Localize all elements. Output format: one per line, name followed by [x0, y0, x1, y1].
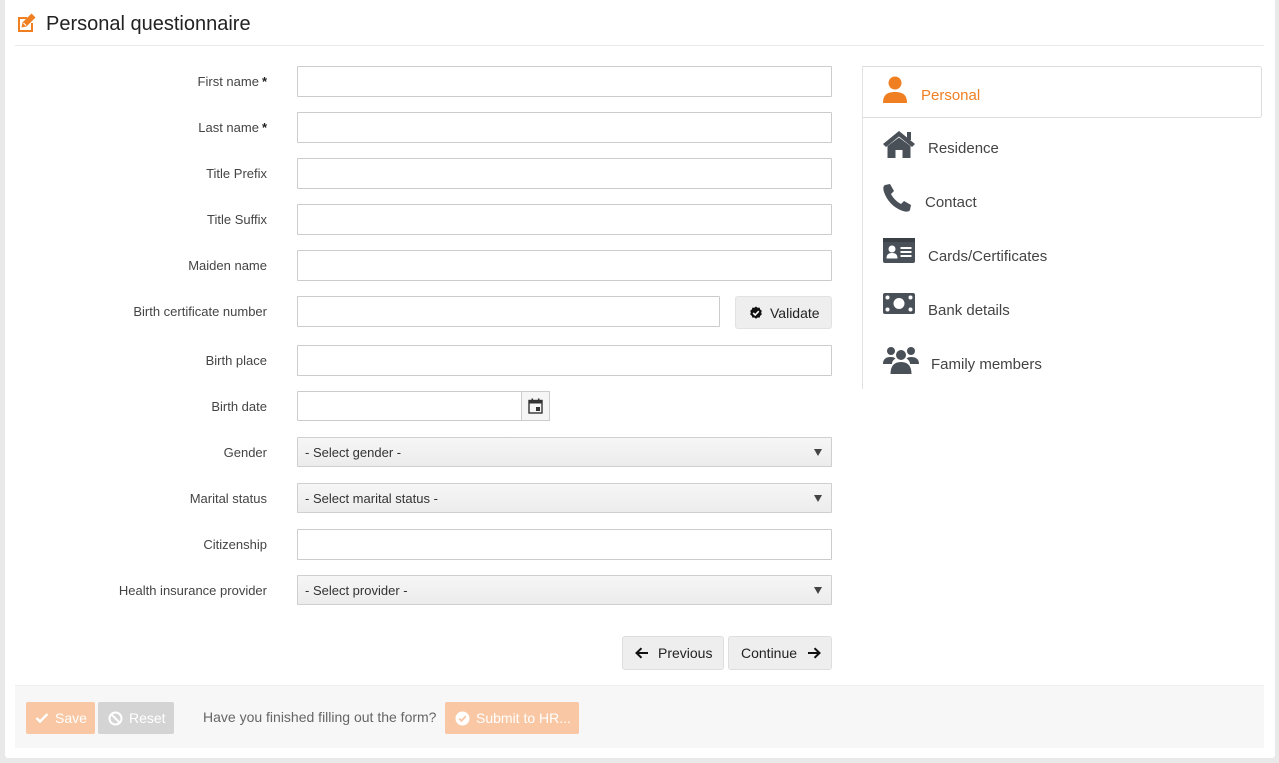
marital-status-label: Marital status	[189, 491, 267, 506]
continue-button[interactable]: Continue	[728, 636, 832, 670]
form-footer: Save Reset Have you finished filling out…	[15, 685, 1264, 748]
page-header: Personal questionnaire	[15, 0, 1264, 46]
sidebar-item-family[interactable]: Family members	[863, 336, 1262, 388]
ban-icon	[108, 711, 123, 726]
arrow-right-icon	[808, 647, 821, 659]
gender-selected-value: - Select gender -	[305, 445, 402, 460]
calendar-button[interactable]	[521, 391, 550, 421]
health-insurance-label: Health insurance provider	[118, 583, 267, 598]
previous-label: Previous	[658, 645, 713, 661]
marital-status-select[interactable]: - Select marital status -	[297, 483, 832, 513]
sidebar-item-personal-label: Personal	[921, 87, 981, 104]
maiden-name-label: Maiden name	[188, 258, 267, 273]
title-prefix-label: Title Prefix	[206, 166, 267, 181]
last-name-input[interactable]	[297, 112, 832, 143]
sidebar-item-cards[interactable]: Cards/Certificates	[863, 228, 1262, 280]
id-card-icon	[883, 238, 915, 263]
sidebar-item-family-label: Family members	[931, 356, 1042, 373]
questionnaire-panel: Personal questionnaire First name * Last …	[5, 0, 1275, 758]
home-icon	[883, 131, 915, 158]
previous-button[interactable]: Previous	[622, 636, 724, 670]
caret-down-icon	[814, 587, 822, 594]
sidebar-item-personal[interactable]: Personal	[863, 66, 1262, 118]
validate-button[interactable]: Validate	[735, 296, 832, 329]
sidebar-item-contact-label: Contact	[925, 194, 977, 211]
save-label: Save	[55, 710, 87, 726]
user-icon	[883, 76, 907, 103]
users-icon	[883, 347, 919, 374]
birth-date-label: Birth date	[211, 399, 267, 414]
title-suffix-label: Title Suffix	[207, 212, 267, 227]
save-button[interactable]: Save	[26, 702, 95, 734]
calendar-icon	[528, 398, 543, 414]
maiden-name-input[interactable]	[297, 250, 832, 281]
birth-place-input[interactable]	[297, 345, 832, 376]
birth-date-input[interactable]	[297, 391, 522, 421]
first-name-input[interactable]	[297, 66, 832, 97]
reset-button[interactable]: Reset	[98, 702, 174, 734]
gender-label: Gender	[223, 445, 267, 460]
money-icon	[883, 293, 915, 314]
sidebar-item-residence-label: Residence	[928, 140, 999, 157]
title-prefix-input[interactable]	[297, 158, 832, 189]
birth-certificate-input[interactable]	[297, 296, 720, 327]
continue-label: Continue	[741, 645, 798, 661]
check-circle-icon	[750, 306, 762, 319]
caret-down-icon	[814, 495, 822, 502]
sidebar-item-bank-label: Bank details	[928, 302, 1010, 319]
citizenship-label: Citizenship	[203, 537, 267, 552]
marital-status-selected-value: - Select marital status -	[305, 491, 438, 506]
validate-label: Validate	[770, 305, 820, 321]
sidebar-item-residence[interactable]: Residence	[863, 120, 1262, 172]
sidebar-item-bank[interactable]: Bank details	[863, 282, 1262, 334]
submit-question-text: Have you finished filling out the form?	[203, 709, 437, 725]
check-icon	[35, 713, 49, 724]
birth-certificate-label: Birth certificate number	[133, 304, 267, 319]
citizenship-input[interactable]	[297, 529, 832, 560]
birth-place-label: Birth place	[205, 353, 267, 368]
sidebar-item-cards-label: Cards/Certificates	[928, 248, 1048, 265]
submit-to-hr-button[interactable]: Submit to HR...	[445, 702, 579, 734]
page-title: Personal questionnaire	[46, 13, 251, 35]
health-insurance-select[interactable]: - Select provider -	[297, 575, 832, 605]
caret-down-icon	[814, 449, 822, 456]
phone-icon	[883, 184, 911, 212]
arrow-left-icon	[635, 647, 648, 659]
title-suffix-input[interactable]	[297, 204, 832, 235]
edit-icon	[18, 13, 36, 32]
sidebar-item-contact[interactable]: Contact	[863, 174, 1262, 226]
check-circle-icon	[455, 711, 470, 726]
gender-select[interactable]: - Select gender -	[297, 437, 832, 467]
section-nav: Personal Residence Contact Cards/Certifi…	[862, 66, 1262, 389]
submit-to-hr-label: Submit to HR...	[476, 710, 571, 726]
last-name-label: Last name *	[198, 120, 267, 135]
reset-label: Reset	[129, 710, 166, 726]
health-insurance-selected-value: - Select provider -	[305, 583, 408, 598]
first-name-label: First name *	[197, 74, 267, 89]
